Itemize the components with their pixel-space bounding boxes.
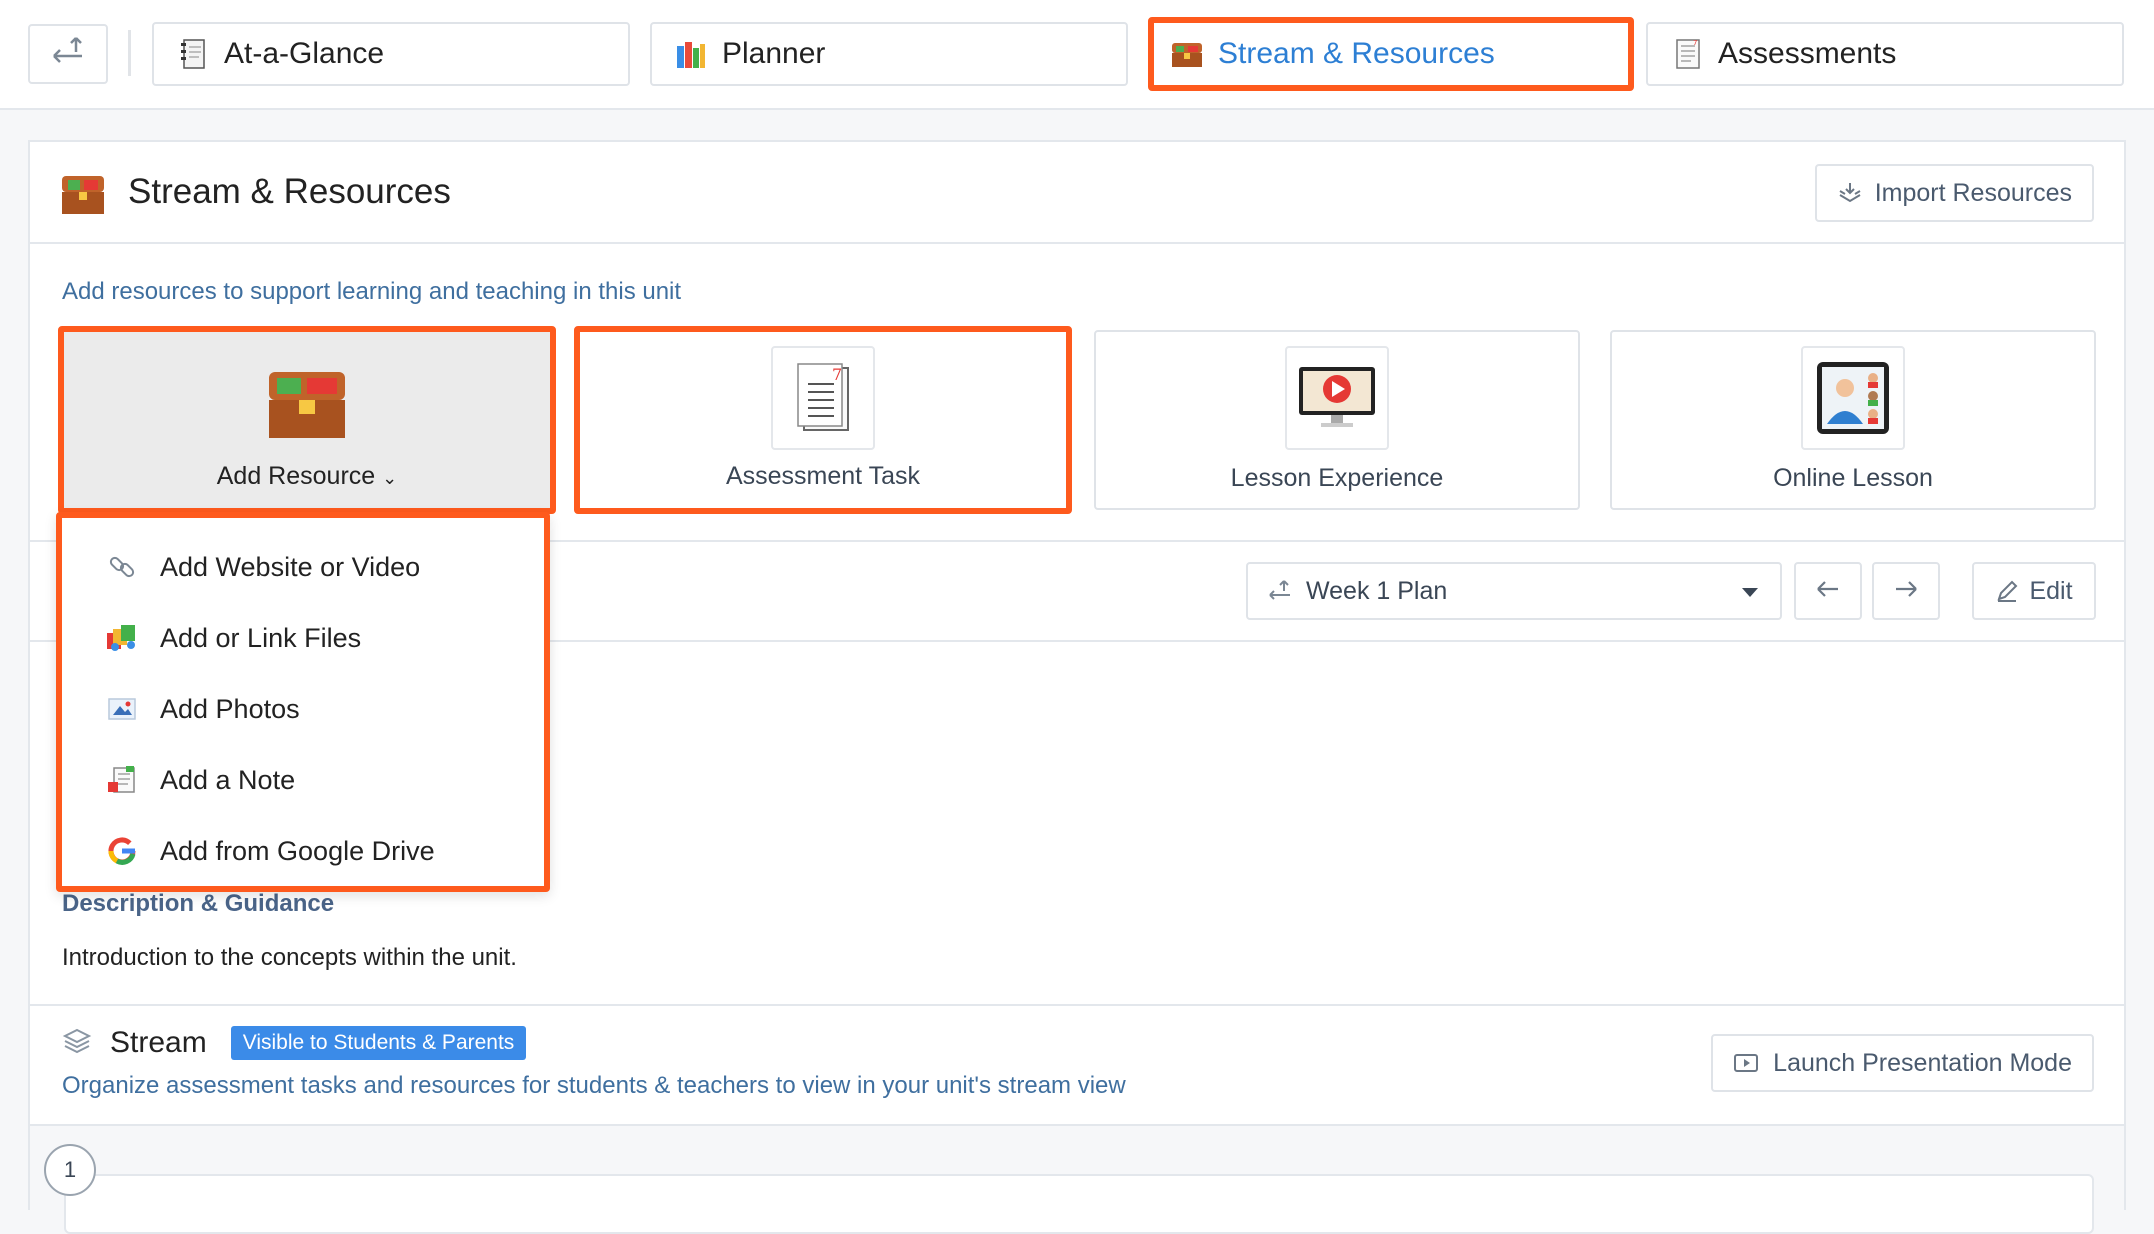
svg-text:7: 7 [1693, 39, 1697, 47]
import-stack-icon [1837, 181, 1863, 205]
chevron-down-icon: ⌄ [382, 468, 398, 488]
launch-presentation-label: Launch Presentation Mode [1773, 1048, 2072, 1077]
tab-label: Planner [722, 37, 826, 70]
menu-item-add-photos[interactable]: Add Photos [62, 674, 544, 744]
menu-item-label: Add or Link Files [160, 622, 362, 653]
tab-label: Assessments [1718, 37, 1897, 70]
link-icon [104, 549, 140, 585]
description-heading: Description & Guidance [62, 890, 335, 917]
video-monitor-icon [1285, 346, 1389, 450]
lesson-experience-label: Lesson Experience [1230, 464, 1444, 492]
files-icon [104, 620, 140, 656]
notebook-icon [176, 37, 210, 71]
back-button[interactable] [28, 24, 108, 84]
menu-item-add-google-drive[interactable]: Add from Google Drive [62, 816, 544, 886]
stream-item[interactable] [64, 1174, 2094, 1234]
next-week-button[interactable] [1872, 562, 1940, 620]
stream-description: Organize assessment tasks and resources … [62, 1072, 1126, 1099]
tab-divider [128, 30, 131, 76]
arrow-left-icon [1814, 578, 1842, 605]
divider [30, 1004, 2124, 1006]
add-resource-tile[interactable]: Add Resource ⌄ [58, 326, 556, 514]
tab-stream-resources[interactable]: Stream & Resources [1148, 17, 1634, 91]
menu-item-label: Add a Note [160, 764, 296, 795]
treasure-chest-icon [1170, 37, 1204, 71]
video-call-icon [1801, 346, 1905, 450]
week-plan-select[interactable]: Week 1 Plan [1246, 562, 1782, 620]
stream-title: Stream [110, 1026, 207, 1059]
treasure-chest-icon [255, 352, 359, 456]
arrow-right-icon [1892, 578, 1920, 605]
menu-item-add-note[interactable]: Add a Note [62, 745, 544, 815]
tab-label: At-a-Glance [224, 37, 385, 70]
stream-area [30, 1124, 2124, 1234]
photo-icon [104, 691, 140, 727]
launch-presentation-button[interactable]: Launch Presentation Mode [1711, 1034, 2094, 1092]
top-tab-bar: At-a-Glance Planner Stream & Resources 7… [0, 0, 2154, 110]
assessment-document-icon: 7 [771, 346, 875, 450]
edit-label: Edit [2029, 576, 2073, 605]
pencil-icon [1995, 579, 2019, 603]
visibility-badge: Visible to Students & Parents [230, 1026, 527, 1060]
treasure-chest-icon [60, 172, 106, 221]
menu-item-label: Add Photos [160, 693, 300, 724]
tab-planner[interactable]: Planner [650, 22, 1128, 86]
week-plan-value: Week 1 Plan [1306, 576, 1448, 605]
step-number[interactable]: 1 [44, 1144, 96, 1196]
layers-icon [62, 1027, 92, 1060]
svg-text:7: 7 [832, 365, 842, 384]
menu-item-add-files[interactable]: Add or Link Files [62, 603, 544, 673]
lesson-experience-tile[interactable]: Lesson Experience [1094, 330, 1580, 510]
note-icon [104, 762, 140, 798]
add-resource-label: Add Resource ⌄ [216, 462, 398, 490]
books-icon [674, 37, 708, 71]
edit-button[interactable]: Edit [1972, 562, 2096, 620]
menu-item-add-website[interactable]: Add Website or Video [62, 532, 544, 602]
online-lesson-label: Online Lesson [1773, 464, 1933, 492]
assessment-task-tile[interactable]: 7 Assessment Task [574, 326, 1072, 514]
description-text: Introduction to the concepts within the … [62, 944, 517, 971]
resources-subtitle: Add resources to support learning and te… [62, 278, 682, 305]
card-header: Stream & Resources Import Resources [30, 142, 2124, 244]
presentation-play-icon [1733, 1052, 1759, 1074]
tab-at-a-glance[interactable]: At-a-Glance [152, 22, 630, 86]
tab-label: Stream & Resources [1218, 37, 1495, 70]
menu-item-label: Add Website or Video [160, 551, 421, 582]
previous-week-button[interactable] [1794, 562, 1862, 620]
document-icon: 7 [1670, 37, 1704, 71]
tab-assessments[interactable]: 7 Assessments [1646, 22, 2124, 86]
add-resource-dropdown: Add Website or Video Add or Link Files A… [56, 512, 550, 892]
swap-arrows-icon [48, 34, 88, 75]
menu-item-label: Add from Google Drive [160, 835, 435, 866]
stream-header: Stream Visible to Students & Parents [62, 1026, 527, 1060]
caret-down-icon [1742, 588, 1758, 597]
import-resources-button[interactable]: Import Resources [1814, 164, 2094, 222]
swap-arrows-icon [1266, 578, 1294, 604]
assessment-task-label: Assessment Task [725, 462, 921, 490]
google-drive-icon [104, 833, 140, 869]
online-lesson-tile[interactable]: Online Lesson [1610, 330, 2096, 510]
import-resources-label: Import Resources [1874, 178, 2072, 207]
page-title: Stream & Resources [128, 172, 451, 211]
